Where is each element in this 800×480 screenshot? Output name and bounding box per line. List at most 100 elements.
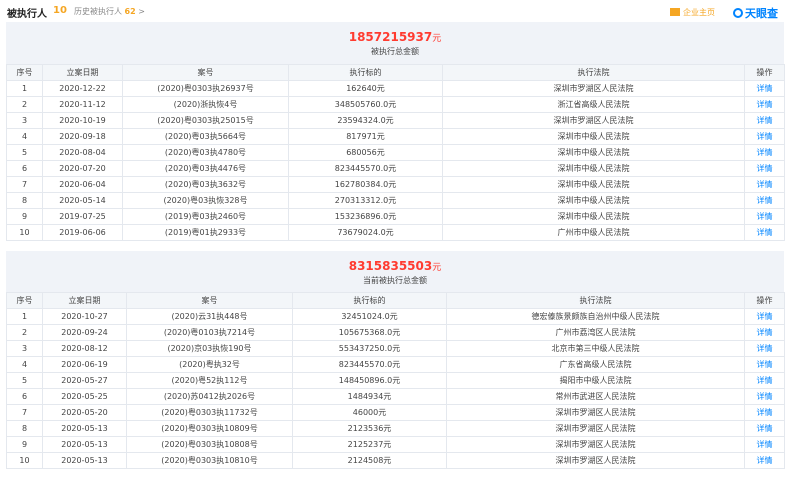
table-row: 4 2020-09-18 (2020)粤03执5664号 817971元 深圳市中级人民… [6,128,785,145]
table-cell: 823445570.0元 [288,160,443,177]
table-cell: (2020)粤执32号 [126,356,293,373]
table-cell: 2125237元 [292,436,447,453]
table-row: 7 2020-06-04 (2020)粤03执3632号 162780384.0元 深圳… [6,176,785,193]
detail-link[interactable]: 详情 [744,452,785,469]
table-cell: 深圳市中级人民法院 [442,192,745,209]
detail-link[interactable]: 详情 [744,388,785,405]
table-cell: 2020-11-12 [42,96,123,113]
table-cell: 2020-05-27 [42,372,127,389]
detail-link[interactable]: 详情 [744,160,785,177]
table-cell: 德宏傣族景颇族自治州中级人民法院 [446,308,745,325]
table-cell: 广东省高级人民法院 [446,356,745,373]
enterprise-label: 企业主页 [683,8,715,17]
executed-total-summary: 1857215937元 被执行总金额 [6,22,784,64]
brand-logo[interactable]: 天眼查 [733,5,778,21]
table-cell: 2020-08-12 [42,340,127,357]
column-header: 序号 [6,292,43,309]
table-cell: (2020)粤03执3632号 [122,176,289,193]
table-cell: (2020)粤0303执10809号 [126,420,293,437]
detail-link[interactable]: 详情 [744,192,785,209]
chevron-right-icon: > [138,7,145,16]
table-cell: 深圳市中级人民法院 [442,128,745,145]
table-cell: 广州市荔湾区人民法院 [446,324,745,341]
table-cell: 北京市第三中级人民法院 [446,340,745,357]
table-row: 9 2020-05-13 (2020)粤0303执10808号 2125237元 深圳市… [6,436,785,453]
table-row: 2 2020-09-24 (2020)粤0103执7214号 105675368.0元… [6,324,785,341]
table-cell: (2020)粤0303执26937号 [122,80,289,97]
brand-name: 天眼查 [745,7,778,20]
history-link[interactable]: 历史被执行人 62 > [74,6,145,17]
table-cell: (2020)浙执恢4号 [122,96,289,113]
table-cell: 348505760.0元 [288,96,443,113]
table-cell: (2019)粤01执2933号 [122,224,289,241]
table-cell: 8 [6,192,43,209]
table-cell: 4 [6,128,43,145]
detail-link[interactable]: 详情 [744,176,785,193]
detail-link[interactable]: 详情 [744,208,785,225]
table-cell: 9 [6,208,43,225]
column-header: 立案日期 [42,64,123,81]
detail-link[interactable]: 详情 [744,80,785,97]
table-cell: 2020-05-14 [42,192,123,209]
table-cell: 7 [6,404,43,421]
table-row: 6 2020-05-25 (2020)苏0412执2026号 1484934元 常州市武… [6,388,785,405]
detail-link[interactable]: 详情 [744,356,785,373]
detail-link[interactable]: 详情 [744,96,785,113]
detail-link[interactable]: 详情 [744,436,785,453]
enterprise-home-link[interactable]: 企业主页 [670,7,715,18]
table-cell: 深圳市罗湖区人民法院 [446,452,745,469]
table-cell: 6 [6,160,43,177]
table-cell: 2020-08-04 [42,144,123,161]
table-cell: (2019)粤03执2460号 [122,208,289,225]
table-cell: 深圳市罗湖区人民法院 [442,112,745,129]
detail-link[interactable]: 详情 [744,308,785,325]
detail-link[interactable]: 详情 [744,340,785,357]
table-cell: 2020-05-13 [42,436,127,453]
history-count: 62 [124,7,136,16]
table-cell: 5 [6,372,43,389]
detail-link[interactable]: 详情 [744,404,785,421]
table-row: 6 2020-07-20 (2020)粤03执4476号 823445570.0元 深圳… [6,160,785,177]
table-cell: 3 [6,340,43,357]
table-row: 10 2019-06-06 (2019)粤01执2933号 73679024.0元 广州… [6,224,785,241]
table-cell: 153236896.0元 [288,208,443,225]
detail-link[interactable]: 详情 [744,420,785,437]
table-cell: 浙江省高级人民法院 [442,96,745,113]
table-cell: 2020-05-13 [42,452,127,469]
table-cell: (2020)粤0103执7214号 [126,324,293,341]
detail-link[interactable]: 详情 [744,224,785,241]
table-cell: 2020-10-19 [42,112,123,129]
table-cell: 270313312.0元 [288,192,443,209]
table-cell: (2020)粤03执4780号 [122,144,289,161]
table-cell: (2020)粤0303执25015号 [122,112,289,129]
table-cell: 553437250.0元 [292,340,447,357]
table-cell: 2020-10-27 [42,308,127,325]
detail-link[interactable]: 详情 [744,128,785,145]
detail-link[interactable]: 详情 [744,144,785,161]
table-cell: 2019-06-06 [42,224,123,241]
detail-link[interactable]: 详情 [744,112,785,129]
detail-link[interactable]: 详情 [744,324,785,341]
executed-total-label: 被执行总金额 [371,47,419,56]
table-cell: 深圳市罗湖区人民法院 [446,436,745,453]
column-header: 立案日期 [42,292,127,309]
table-cell: 10 [6,452,43,469]
table-cell: 3 [6,112,43,129]
table-header-row: 序号 立案日期 案号 执行标的 执行法院 操作 [6,64,785,81]
table-cell: 8 [6,420,43,437]
table-row: 9 2019-07-25 (2019)粤03执2460号 153236896.0元 深圳… [6,208,785,225]
table-row: 5 2020-05-27 (2020)粤52执112号 148450896.0元 揭阳市… [6,372,785,389]
table-cell: 23594324.0元 [288,112,443,129]
current-executed-summary: 8315835503元 当前被执行总金额 [6,251,784,292]
detail-link[interactable]: 详情 [744,372,785,389]
table-row: 8 2020-05-13 (2020)粤0303执10809号 2123536元 深圳市… [6,420,785,437]
table-cell: 2020-05-25 [42,388,127,405]
table-cell: 2020-06-04 [42,176,123,193]
column-header: 序号 [6,64,43,81]
table-row: 4 2020-06-19 (2020)粤执32号 823445570.0元 广东省高级人… [6,356,785,373]
table-cell: (2020)粤03执恢328号 [122,192,289,209]
tianyancha-logo-icon [733,8,743,18]
table-cell: 常州市武进区人民法院 [446,388,745,405]
table-cell: 深圳市罗湖区人民法院 [446,404,745,421]
enterprise-icon [670,8,680,16]
